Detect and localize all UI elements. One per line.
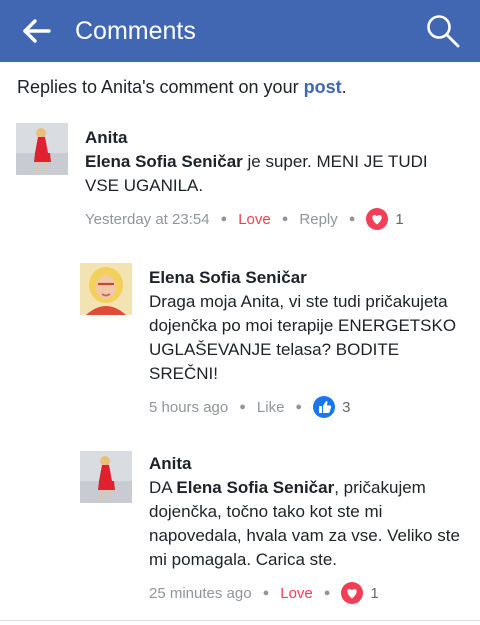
avatar[interactable] [80, 451, 132, 503]
comment-author[interactable]: Elena Sofia Seničar [149, 266, 469, 290]
comment-body: Anita Elena Sofia Seničar je super. MENI… [85, 126, 465, 232]
replies-context-text: Replies to Anita's comment on your post. [17, 74, 347, 100]
post-link[interactable]: post [304, 77, 342, 97]
page-title: Comments [75, 17, 196, 45]
comment-author[interactable]: Anita [149, 452, 469, 476]
reaction-count: 3 [342, 398, 351, 416]
context-suffix: . [341, 77, 347, 97]
love-button[interactable]: Love [238, 211, 271, 228]
comment-item: Anita DA Elena Sofia Seničar, pričakujem… [0, 448, 480, 618]
comment-text: Elena Sofia Seničar je super. MENI JE TU… [85, 150, 465, 198]
love-icon[interactable] [366, 208, 389, 230]
divider [0, 620, 480, 621]
comment-meta: 25 minutes ago ● Love ● 1 [149, 580, 469, 606]
separator-dot: ● [281, 213, 289, 225]
separator-dot: ● [348, 213, 356, 225]
separator-dot: ● [262, 587, 270, 599]
reaction-count: 1 [370, 584, 379, 602]
mention-link[interactable]: Elena Sofia Seničar [85, 152, 243, 171]
love-button[interactable]: Love [280, 585, 313, 602]
separator-dot: ● [220, 213, 228, 225]
comment-text: Draga moja Anita, vi ste tudi pričakujet… [149, 292, 457, 383]
comment-author[interactable]: Anita [85, 126, 465, 150]
like-icon[interactable] [313, 396, 336, 418]
reply-button[interactable]: Reply [299, 211, 337, 228]
search-icon[interactable] [424, 12, 462, 50]
comment-timestamp: 25 minutes ago [149, 584, 252, 602]
comment-text: DA Elena Sofia Seničar, pričakujem dojen… [149, 476, 469, 572]
separator-dot: ● [323, 587, 331, 599]
comment-body: Anita DA Elena Sofia Seničar, pričakujem… [149, 452, 469, 606]
comment-meta: 5 hours ago ● Like ● 3 [149, 394, 469, 420]
avatar[interactable] [80, 263, 132, 315]
comment-body: Elena Sofia Seničar Draga moja Anita, vi… [149, 266, 469, 420]
top-bar: Comments [0, 0, 480, 62]
comment-item: Anita Elena Sofia Seničar je super. MENI… [0, 120, 480, 230]
comment-timestamp: Yesterday at 23:54 [85, 210, 210, 228]
comment-text-prefix: DA [149, 478, 177, 497]
like-button[interactable]: Like [257, 399, 285, 416]
separator-dot: ● [295, 401, 303, 413]
mention-link[interactable]: Elena Sofia Seničar [176, 478, 334, 497]
love-icon[interactable] [341, 582, 364, 604]
avatar[interactable] [16, 123, 68, 175]
back-arrow-icon[interactable] [22, 17, 52, 45]
reaction-count: 1 [395, 210, 404, 228]
context-prefix: Replies to Anita's comment on your [17, 77, 304, 97]
comment-item: Elena Sofia Seničar Draga moja Anita, vi… [0, 260, 480, 420]
separator-dot: ● [239, 401, 246, 413]
comment-timestamp: 5 hours ago [149, 398, 229, 416]
comment-meta: Yesterday at 23:54 ● Love ● Reply ● 1 [85, 206, 465, 232]
